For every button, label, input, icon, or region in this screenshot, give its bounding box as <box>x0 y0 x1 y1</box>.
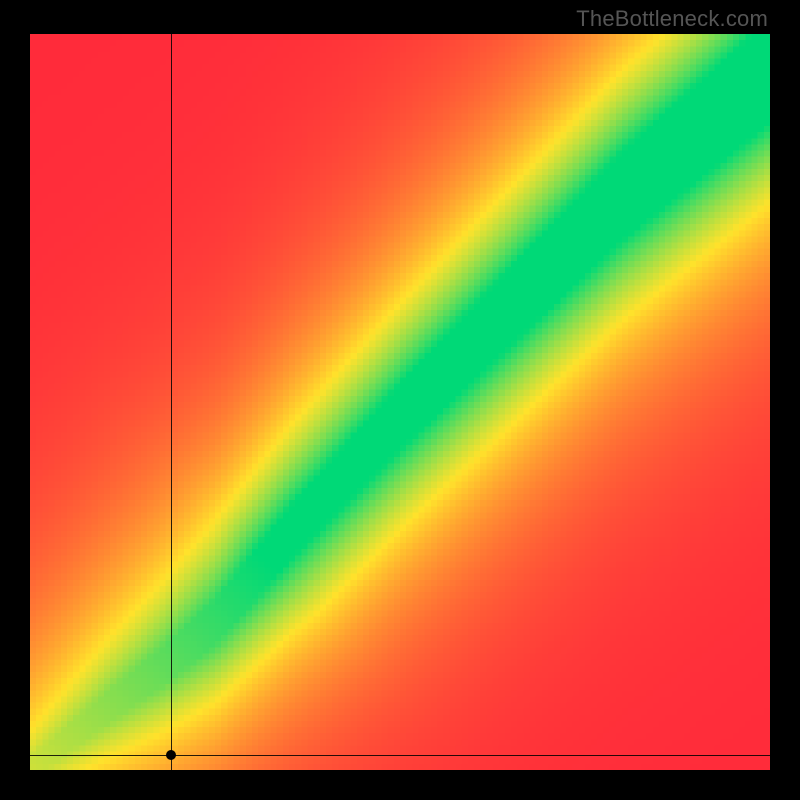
chart-frame: TheBottleneck.com <box>0 0 800 800</box>
crosshair-marker <box>166 750 176 760</box>
crosshair-horizontal <box>30 755 770 756</box>
crosshair-vertical <box>171 34 172 770</box>
heatmap-plot <box>30 34 770 770</box>
watermark-text: TheBottleneck.com <box>576 6 768 32</box>
